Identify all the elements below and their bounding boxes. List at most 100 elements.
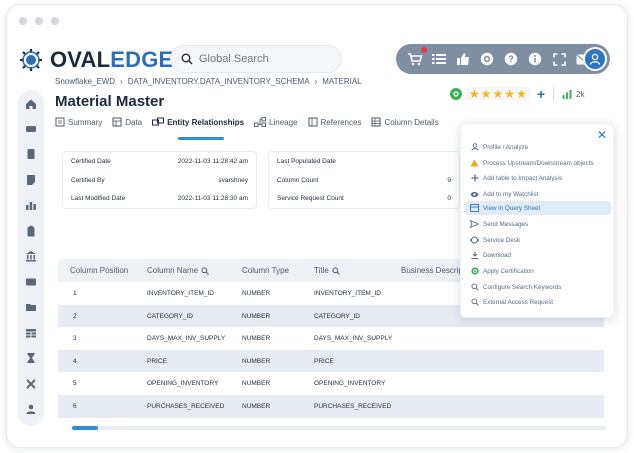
folder-icon[interactable] [25, 301, 37, 313]
analytics-icon[interactable] [25, 199, 37, 211]
scrollbar-thumb[interactable] [72, 426, 98, 430]
tab-summary[interactable]: Summary [55, 117, 102, 127]
table-row[interactable]: 5 OPENING_INVENTORY NUMBER OPENING_INVEN… [58, 372, 604, 395]
warning-icon [470, 159, 479, 168]
tab-data[interactable]: Data [112, 117, 142, 127]
logo-text: OVALEDGE [50, 47, 174, 72]
left-sidebar [18, 90, 44, 426]
window-dot-icon[interactable] [19, 17, 27, 25]
table-row[interactable]: 4 PRICE NUMBER PRICE [58, 349, 604, 373]
search-input[interactable] [199, 53, 329, 65]
notes-icon[interactable] [25, 174, 37, 186]
tab-entity-relationships[interactable]: Entity Relationships [152, 117, 244, 127]
notification-badge [420, 46, 428, 54]
send-icon [470, 220, 479, 229]
clipboard-icon[interactable] [25, 225, 37, 237]
hourglass-icon[interactable] [25, 352, 37, 364]
column-header-name[interactable]: Column Name [147, 266, 209, 275]
expand-icon[interactable] [550, 50, 568, 68]
menu-item-apply-certification[interactable]: Apply Certification [465, 264, 611, 278]
tab-lineage[interactable]: Lineage [254, 117, 298, 127]
breadcrumb-item[interactable]: DATA_INVENTORY.DATA_INVENTORY_SCHEMA [128, 77, 310, 86]
users-icon[interactable] [25, 403, 37, 415]
horizontal-scrollbar[interactable] [72, 426, 606, 430]
plus-icon [470, 174, 479, 183]
detail-row: Column Count 9 [277, 177, 451, 184]
cell-position: 1 [73, 290, 77, 297]
column-header-type[interactable]: Column Type [242, 266, 289, 275]
window-dot-icon[interactable] [51, 17, 59, 25]
database-icon[interactable] [25, 123, 37, 135]
menu-item-download[interactable]: Download [465, 248, 611, 262]
column-header-business-description[interactable]: Business Descrip [401, 266, 463, 275]
breadcrumb-item[interactable]: Snowflake_EWD [55, 77, 115, 86]
tab-references[interactable]: References [308, 117, 361, 127]
cell-position: 2 [73, 312, 77, 320]
star-rating[interactable]: ★ ★ ★ ★ ★ [466, 87, 530, 101]
list-icon[interactable] [430, 50, 448, 68]
tools-icon[interactable] [25, 378, 37, 390]
actions-menu: ✕ Profile / Analyze Process Upstream/Dow… [460, 123, 614, 318]
cell-title: PURCHASES_RECEIVED [314, 402, 392, 410]
menu-item-configure-search-keywords[interactable]: Configure Search Keywords [465, 280, 611, 294]
column-details-icon [371, 117, 381, 127]
active-tab-indicator [178, 137, 224, 140]
search-icon[interactable] [201, 266, 209, 275]
user-icon [589, 53, 601, 65]
relationships-icon [152, 117, 165, 126]
references-icon [308, 117, 318, 127]
svg-text:?: ? [508, 54, 514, 64]
rating-bar: ★ ★ ★ ★ ★ + 2k [450, 86, 584, 102]
menu-item-external-access-request[interactable]: External Access Request [465, 295, 611, 309]
star-icon[interactable]: ★ [493, 88, 504, 100]
home-icon[interactable] [25, 98, 37, 110]
table-row[interactable]: 3 DAYS_MAX_INV_SUPPLY NUMBER DAYS_MAX_IN… [58, 327, 604, 350]
table-icon[interactable] [25, 327, 37, 339]
search-config-icon [470, 283, 479, 292]
ovaledge-logo[interactable]: OVALEDGE [18, 44, 173, 76]
help-circle-icon[interactable] [478, 50, 496, 68]
table-row[interactable]: 6 PURCHASES_RECEIVED NUMBER PURCHASES_RE… [58, 394, 604, 418]
cell-position: 3 [73, 335, 77, 343]
column-header-title[interactable]: Title [314, 266, 340, 275]
window-dot-icon[interactable] [35, 17, 43, 25]
cell-column-name: INVENTORY_ITEM_ID [147, 290, 214, 297]
breadcrumb-separator: › [314, 77, 318, 86]
cell-column-type: NUMBER [242, 357, 271, 365]
window-titlebar [7, 5, 627, 35]
column-header-position[interactable]: Column Position [70, 266, 128, 275]
breadcrumb-item[interactable]: MATERIAL [322, 77, 361, 86]
page-title: Material Master [55, 93, 165, 110]
info-icon[interactable] [526, 50, 544, 68]
thumbs-up-icon[interactable] [454, 50, 472, 68]
user-avatar[interactable] [583, 47, 607, 71]
tab-column-details[interactable]: Column Details [371, 117, 439, 127]
menu-item-send-messages[interactable]: Send Messages [465, 217, 611, 231]
query-sheet-icon [470, 204, 479, 213]
document-icon[interactable] [25, 148, 37, 160]
search-icon[interactable] [332, 266, 340, 275]
menu-item-add-watchlist[interactable]: Add to my Watchlist [465, 187, 611, 201]
menu-item-profile-analyze[interactable]: Profile / Analyze [465, 140, 611, 154]
breadcrumb-separator: › [120, 77, 123, 86]
add-icon[interactable]: + [537, 86, 545, 102]
star-icon[interactable]: ★ [481, 88, 492, 100]
global-search[interactable] [170, 45, 342, 73]
menu-item-add-impact-analysis[interactable]: Add table to Impact Analysis [465, 171, 611, 185]
menu-item-view-query-sheet[interactable]: View in Query Sheet [465, 201, 611, 215]
id-card-icon[interactable] [25, 276, 37, 288]
star-icon[interactable]: ★ [504, 88, 515, 100]
cart-icon[interactable] [406, 46, 428, 68]
cell-column-type: NUMBER [242, 402, 271, 410]
ovaledge-logo-icon [20, 49, 42, 71]
question-icon[interactable]: ? [502, 50, 520, 68]
governance-icon[interactable] [25, 250, 37, 262]
view-count: 2k [576, 89, 585, 99]
star-icon[interactable]: ★ [516, 88, 527, 100]
details-card-right: Last Populated Date Column Count 9 Servic… [268, 151, 460, 209]
details-card-left: Certified Date 2022-11-03 11:28:42 am Cer… [62, 151, 257, 209]
certified-icon[interactable] [450, 88, 462, 100]
menu-item-service-desk[interactable]: Service Desk [465, 233, 611, 247]
star-icon[interactable]: ★ [469, 88, 480, 100]
menu-item-process-upstream[interactable]: Process Upstream/Downstream objects [465, 156, 611, 170]
